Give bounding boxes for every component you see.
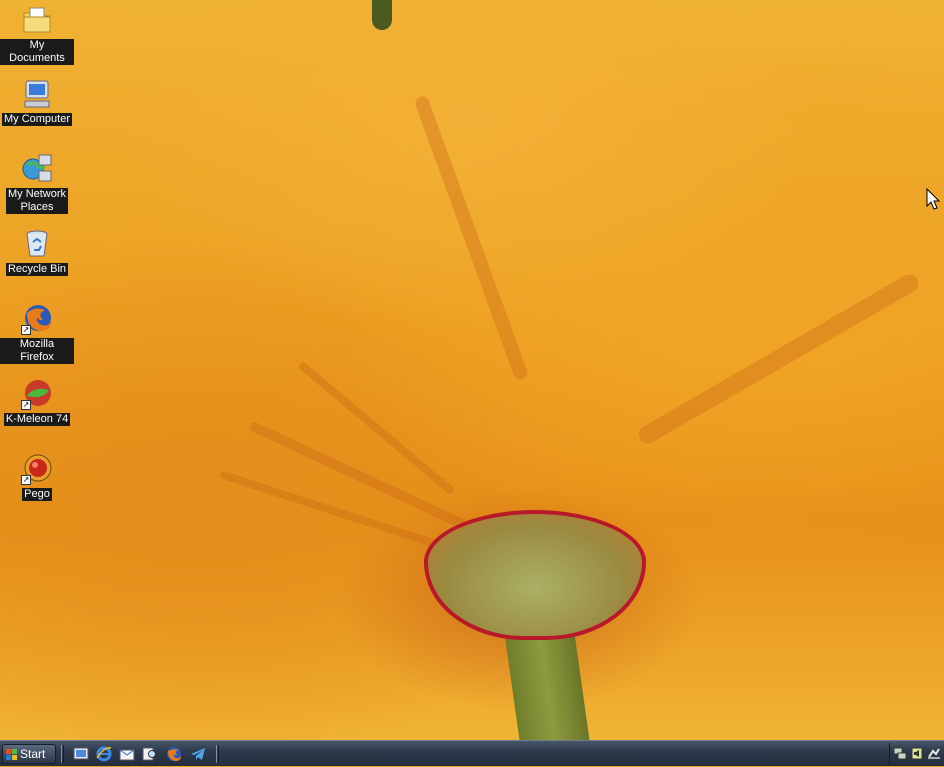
icon-label: K-Meleon 74 bbox=[3, 413, 71, 426]
network-places-icon bbox=[21, 153, 53, 185]
network-icon[interactable] bbox=[893, 747, 907, 760]
windows-logo-icon bbox=[6, 748, 17, 760]
shortcut-arrow-icon: ↗ bbox=[21, 475, 31, 485]
firefox-icon[interactable] bbox=[166, 746, 182, 762]
start-label: Start bbox=[20, 747, 46, 761]
shortcut-arrow-icon: ↗ bbox=[21, 400, 31, 410]
kmeleon-icon: ↗ bbox=[21, 378, 53, 410]
wallpaper-shadow bbox=[372, 0, 392, 30]
outlook-express-icon[interactable] bbox=[119, 746, 135, 762]
folder-documents-icon bbox=[21, 4, 53, 36]
firefox-icon: ↗ bbox=[21, 303, 53, 335]
icon-label: Recycle Bin bbox=[5, 263, 69, 276]
desktop-icon-my-computer[interactable]: My Computer bbox=[0, 78, 74, 126]
icon-label: Pego bbox=[22, 488, 52, 501]
search-icon[interactable] bbox=[142, 746, 159, 762]
desktop-icon-my-documents[interactable]: My Documents bbox=[0, 4, 74, 65]
desktop-icon-pego[interactable]: ↗ Pego bbox=[0, 453, 74, 501]
taskbar-separator bbox=[216, 745, 219, 763]
mouse-pointer-icon bbox=[926, 187, 941, 215]
computer-icon bbox=[21, 78, 53, 110]
desktop-icon-recycle-bin[interactable]: Recycle Bin bbox=[0, 228, 74, 276]
safely-remove-icon[interactable] bbox=[928, 747, 940, 760]
show-desktop-icon[interactable] bbox=[73, 746, 89, 762]
taskbar-separator bbox=[61, 745, 64, 763]
icon-label: My Computer bbox=[1, 113, 73, 126]
desktop-wallpaper[interactable]: My Documents My Computer My Network Plac… bbox=[0, 0, 944, 740]
desktop-icon-mozilla-firefox[interactable]: ↗ Mozilla Firefox bbox=[0, 303, 74, 364]
pego-icon: ↗ bbox=[21, 453, 53, 485]
flower-center bbox=[424, 510, 646, 640]
icon-label: My Documents bbox=[0, 39, 74, 65]
start-button[interactable]: Start bbox=[2, 744, 56, 764]
icon-label: Mozilla Firefox bbox=[0, 338, 74, 364]
system-tray bbox=[889, 743, 944, 765]
internet-explorer-icon[interactable] bbox=[96, 746, 112, 762]
icon-label: My Network Places bbox=[5, 188, 69, 214]
recycle-bin-icon bbox=[21, 228, 53, 260]
shortcut-arrow-icon: ↗ bbox=[21, 325, 31, 335]
taskbar: Start bbox=[0, 740, 944, 766]
desktop-icon-my-network-places[interactable]: My Network Places bbox=[0, 153, 74, 214]
volume-icon[interactable] bbox=[911, 747, 923, 760]
telegram-icon[interactable] bbox=[190, 746, 206, 762]
desktop-icon-k-meleon[interactable]: ↗ K-Meleon 74 bbox=[0, 378, 74, 426]
